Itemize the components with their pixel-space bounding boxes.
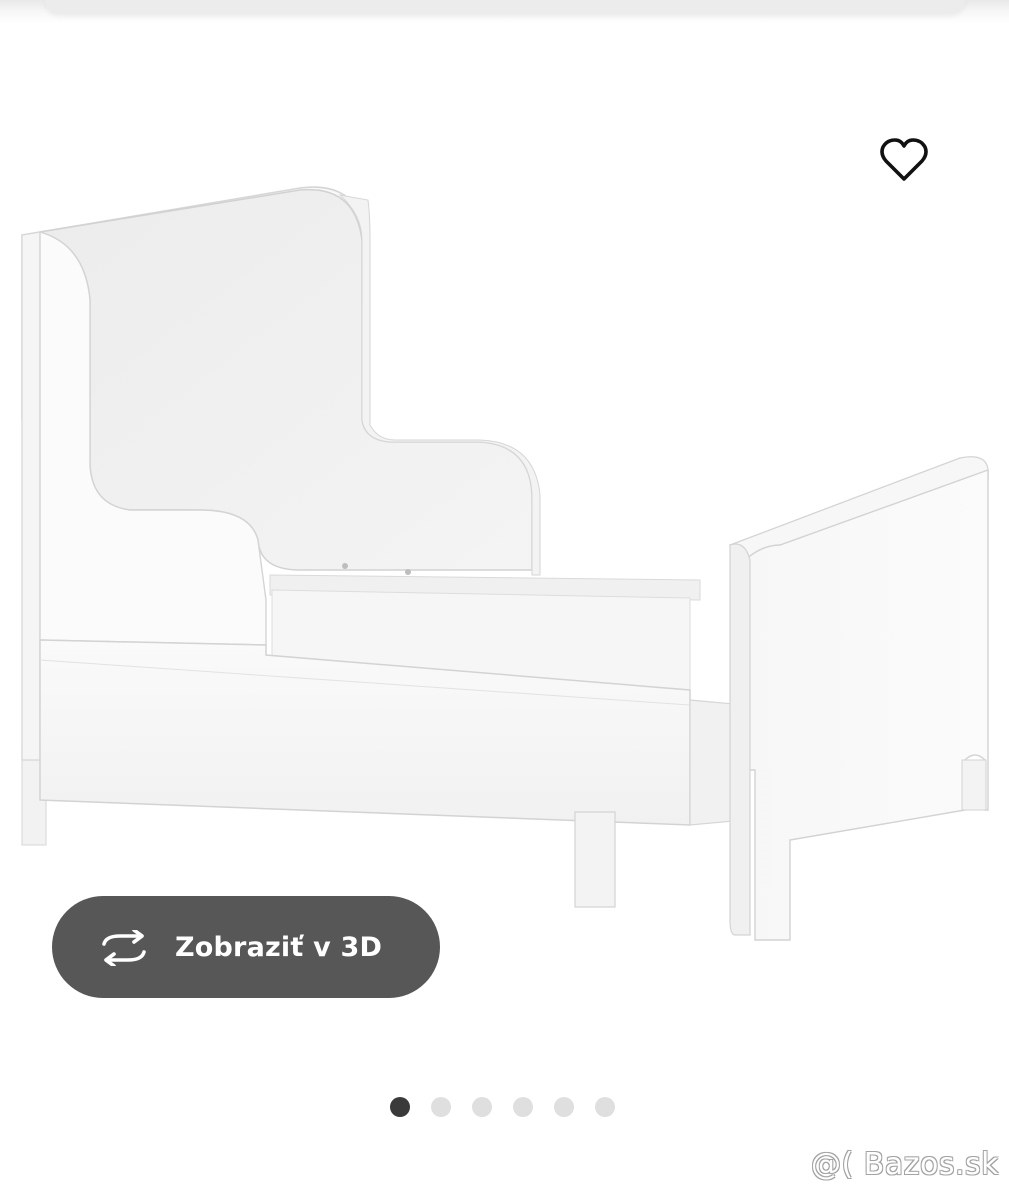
product-image[interactable]: [0, 0, 1009, 1200]
footboard-edge: [729, 543, 751, 936]
rotate-arrows-icon: [102, 930, 146, 966]
favorite-button[interactable]: [872, 130, 936, 190]
carousel-dot-1[interactable]: [390, 1097, 410, 1117]
screw-right: [405, 569, 411, 575]
carousel-indicators: [390, 1097, 615, 1117]
headboard-post: [21, 231, 41, 761]
screw-left: [342, 563, 348, 569]
carousel-dot-2[interactable]: [431, 1097, 451, 1117]
carousel-dot-5[interactable]: [554, 1097, 574, 1117]
bed-leg-front-right: [961, 759, 987, 811]
carousel-dot-3[interactable]: [472, 1097, 492, 1117]
view-3d-label: Zobraziť v 3D: [175, 931, 383, 963]
watermark: @( Bazos.sk: [811, 1147, 999, 1182]
bed-leg-front-left: [574, 811, 616, 908]
carousel-dot-6[interactable]: [595, 1097, 615, 1117]
carousel-dot-4[interactable]: [513, 1097, 533, 1117]
heart-outline-icon: [880, 138, 928, 181]
